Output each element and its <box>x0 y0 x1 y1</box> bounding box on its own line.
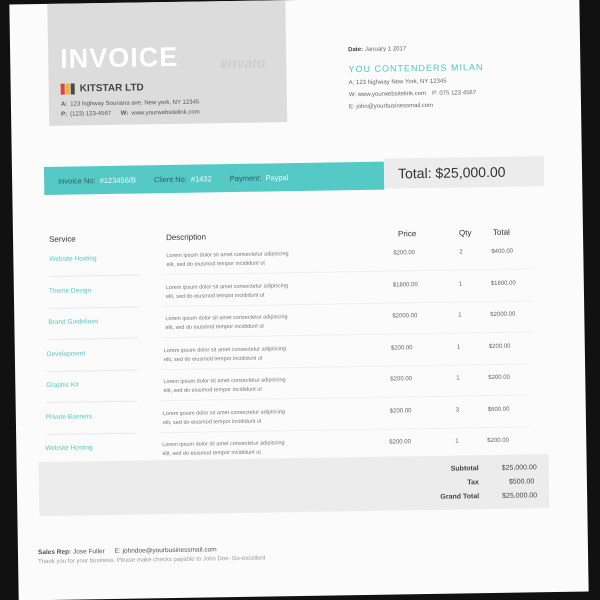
subtotal-value: $25,000.00 <box>501 464 537 472</box>
client-email-line: E: john@yourbusinessmail.com <box>348 102 434 111</box>
subtotal-label: Subtotal <box>450 465 479 473</box>
service-name: Website Hosting <box>49 255 97 263</box>
invoice-title: INVOICE <box>59 41 179 74</box>
client-contact-line: W: www.yourwebsitelink.com P: 075 123 456… <box>348 90 477 99</box>
invoice-no: #123456/B <box>99 175 137 185</box>
row-divider <box>160 426 531 434</box>
col-header-description: Description <box>165 232 207 243</box>
description-line: elit, sed do eiusmod tempor incididunt u… <box>165 292 265 301</box>
price-value: $2000.00 <box>392 313 418 320</box>
description-line: elit, sed do eiusmod tempor incididunt u… <box>163 386 262 395</box>
price-value: $200.00 <box>393 250 416 257</box>
price-value: $200.00 <box>390 345 413 352</box>
row-divider <box>49 274 140 277</box>
price-value: $200.00 <box>389 439 412 446</box>
description-line: elit, sed do eiusmod tempor incididunt u… <box>166 260 265 269</box>
price-value: $200.00 <box>389 408 412 415</box>
qty-value: 1 <box>458 281 463 288</box>
client-no: #1432 <box>190 173 212 184</box>
row-divider <box>160 394 531 402</box>
col-header-total: Total <box>492 227 510 237</box>
row-divider <box>46 432 137 435</box>
grand-total-value: $25,000.00 <box>502 492 538 500</box>
thank-you-note: Thank you for your business. Please make… <box>38 555 266 566</box>
price-value: $1800.00 <box>392 282 418 289</box>
total-value: $2000.00 <box>490 311 516 318</box>
row-divider <box>48 337 139 340</box>
service-name: Theme Design <box>48 287 92 295</box>
invoice-info-bar: Invoice No: #123456/B Client No: #1432 P… <box>43 161 385 195</box>
company-row: KITSTAR LTD <box>60 82 144 95</box>
invoice-page: INVOICE KITSTAR LTD A: 123 highway Souria… <box>9 0 589 600</box>
total-value: $200.00 <box>487 437 510 445</box>
row-divider <box>162 331 533 339</box>
qty-value: 1 <box>456 344 461 351</box>
tax-label: Tax <box>467 479 479 487</box>
row-divider <box>47 369 138 372</box>
row-divider <box>163 300 534 308</box>
row-divider <box>161 363 532 371</box>
service-name: Website Hosting <box>45 444 93 453</box>
payment-method: Paypal <box>265 172 289 183</box>
col-header-service: Service <box>48 234 76 244</box>
summary-panel: Subtotal $25,000.00 Tax $500.00 Grand To… <box>38 454 550 517</box>
description-line: elit, sed do eiusmod tempor incididunt u… <box>162 418 262 427</box>
qty-value: 1 <box>456 375 460 382</box>
payment-label: Payment: <box>229 173 262 183</box>
watermark: envato <box>220 54 266 72</box>
qty-value: 3 <box>455 407 460 414</box>
description-line: elit, sed do eiusmod tempor incididunt u… <box>162 449 261 458</box>
col-header-qty: Qty <box>458 228 472 238</box>
price-value: $200.00 <box>390 376 413 383</box>
company-address: A: 123 highway Souriana ave, New york, NY… <box>60 99 200 108</box>
service-name: Graphic Kit <box>46 381 79 389</box>
service-name: Brand Guidelines <box>48 318 99 326</box>
invoice-no-label: Invoice No: <box>58 175 96 186</box>
company-contact: P: (123) 123-4567 W: www.yourwebsitelink.c… <box>61 109 200 118</box>
invoice-date: Date: January 1 2017 <box>348 46 407 54</box>
tax-value: $500.00 <box>508 478 535 486</box>
col-header-price: Price <box>397 229 417 239</box>
qty-value: 1 <box>458 312 462 319</box>
total-box: Total: $25,000.00 <box>383 156 545 189</box>
sales-rep-line: Sales Rep: Jose Fuller E: johndoe@yourbu… <box>37 546 217 557</box>
total-value: $400.00 <box>491 248 514 255</box>
service-name: Development <box>46 350 86 358</box>
client-name: YOU CONTENDERS MILAN <box>348 62 484 75</box>
client-address-line: A: 123 highway New York, NY 12345 <box>348 78 447 87</box>
total-value: $200.00 <box>488 343 511 351</box>
total-value: $200.00 <box>488 374 511 382</box>
service-name: Private Banners <box>45 413 93 421</box>
total-value: $600.00 <box>487 406 510 414</box>
grand-total-label: Grand Total <box>440 493 480 501</box>
description-line: elit, sed do eiusmod tempor incididunt u… <box>163 355 263 364</box>
qty-value: 2 <box>459 249 463 256</box>
description-line: elit, sed do eiusmod tempor incididunt u… <box>165 323 264 332</box>
row-divider <box>49 306 140 309</box>
total-value: $1800.00 <box>490 280 516 287</box>
row-divider <box>46 400 137 403</box>
company-logo-icon <box>60 83 75 95</box>
row-divider <box>163 268 534 276</box>
total-amount: Total: $25,000.00 <box>397 163 506 182</box>
client-info: Date: January 1 2017 YOU CONTENDERS MILA… <box>348 45 484 110</box>
qty-value: 1 <box>455 438 459 445</box>
client-no-label: Client No: <box>153 174 187 184</box>
company-name: KITSTAR LTD <box>79 82 144 95</box>
